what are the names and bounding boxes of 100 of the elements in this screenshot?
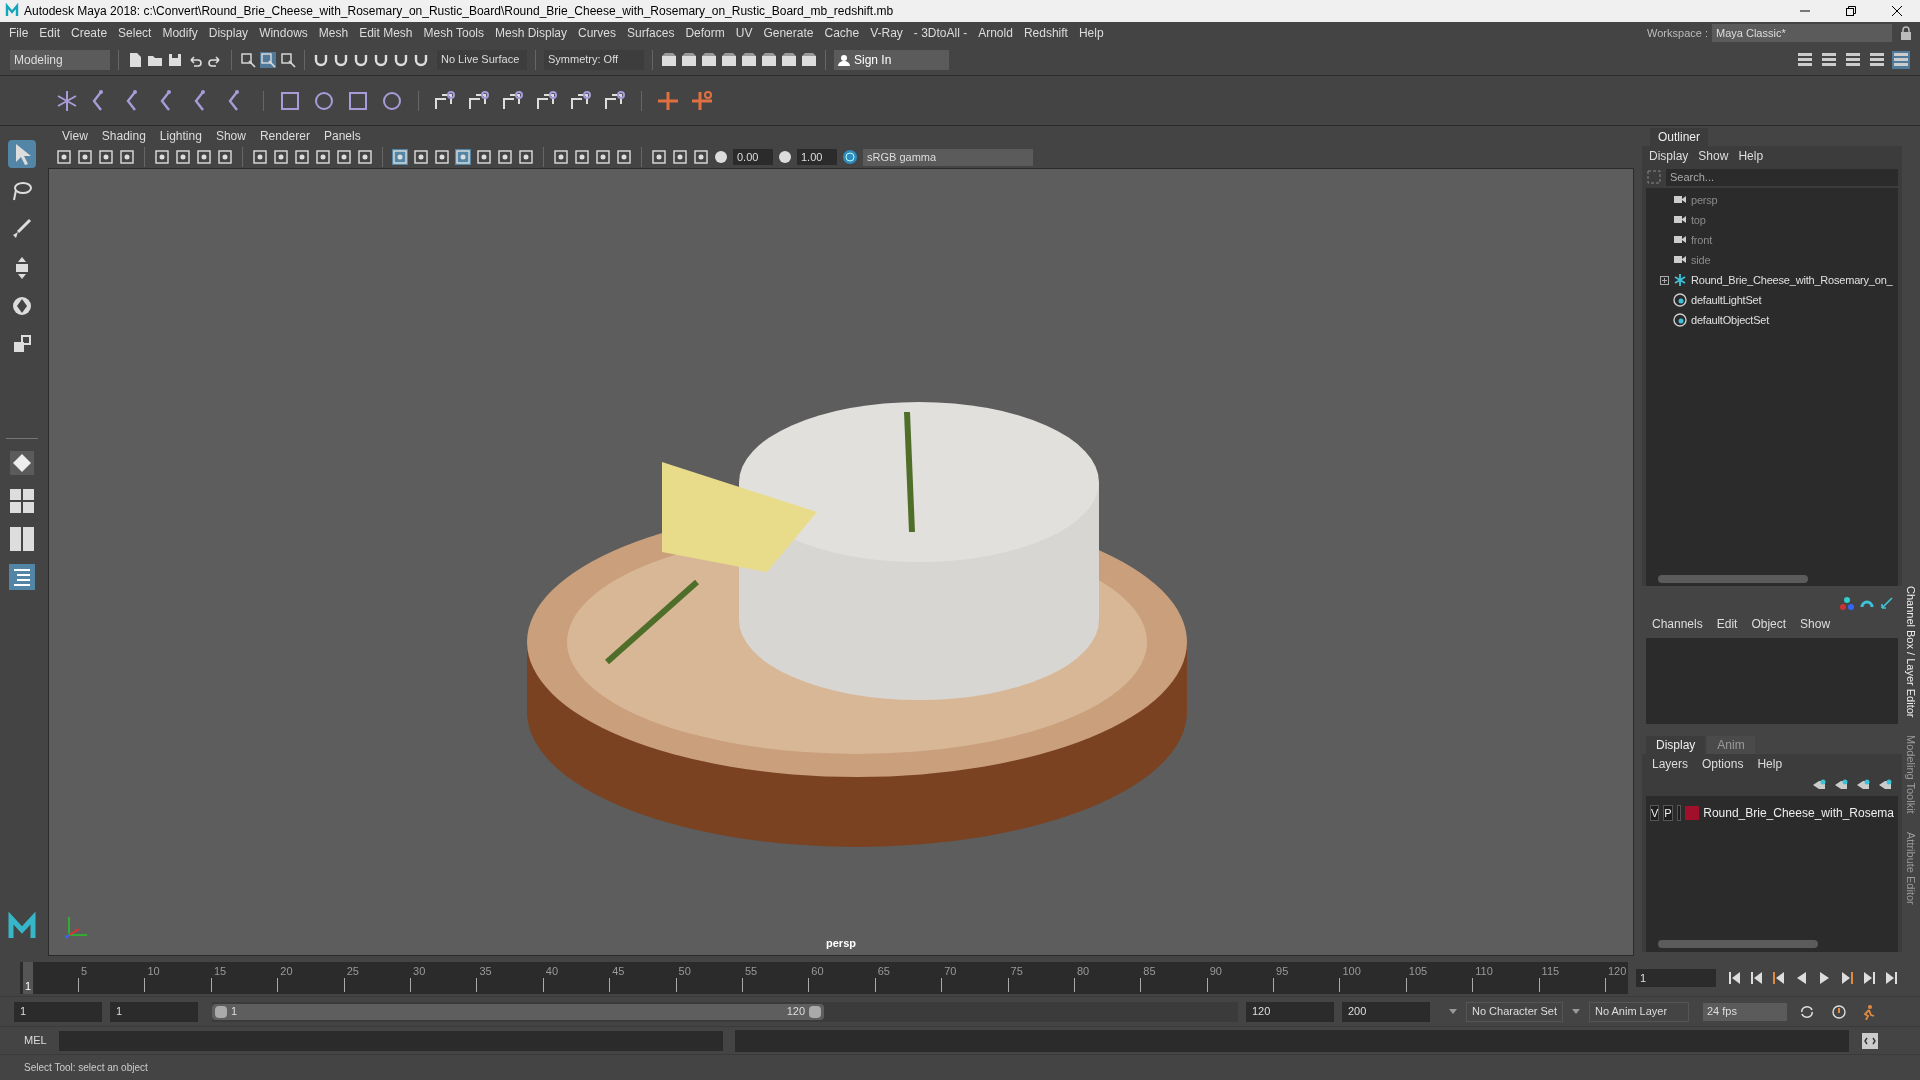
panel-menu-item[interactable]: Edit <box>1714 615 1740 633</box>
menu-item[interactable]: Surfaces <box>622 24 680 42</box>
time-slider[interactable]: 1 5 10 15 20 25 30 35 40 45 50 55 60 65 70 75 80 85 90 95 100 105 110 115 120 <box>20 962 1628 994</box>
menu-item[interactable]: Help <box>1073 24 1109 42</box>
scrollbar-thumb[interactable] <box>1658 575 1808 583</box>
outliner-item[interactable]: persp <box>1691 191 1718 209</box>
layer-name[interactable]: Round_Brie_Cheese_with_Rosema <box>1703 804 1894 822</box>
panel-menu-item[interactable]: Channels <box>1650 615 1705 633</box>
panel-menu-item[interactable]: Help <box>1735 147 1767 165</box>
viewport-toolbar-icon[interactable] <box>651 149 667 165</box>
visibility-toggle[interactable]: V <box>1650 805 1660 821</box>
viewport-toolbar-icon[interactable] <box>294 149 310 165</box>
side-tab[interactable]: Channel Box / Layer Editor <box>1902 586 1920 718</box>
auto-key-icon[interactable] <box>1831 1003 1847 1020</box>
menu-item[interactable]: Edit <box>34 24 66 42</box>
exposure-field[interactable]: 0.00 <box>733 149 773 165</box>
viewport-toolbar-icon[interactable] <box>476 149 492 165</box>
viewport-toolbar-icon[interactable] <box>252 149 268 165</box>
axis-icon[interactable] <box>1840 596 1854 610</box>
scrollbar-thumb[interactable] <box>1658 940 1818 948</box>
cross-icon[interactable] <box>690 88 714 113</box>
panel-menu-item[interactable]: Help <box>1755 755 1785 773</box>
viewport-toolbar-icon[interactable] <box>574 149 590 165</box>
loop-icon[interactable] <box>1799 1003 1815 1020</box>
viewport-toolbar-icon[interactable] <box>672 149 688 165</box>
menu-item[interactable]: File <box>4 24 34 42</box>
panel-menu-item[interactable]: Layers <box>1650 755 1691 773</box>
restore-icon[interactable] <box>1846 6 1856 16</box>
outliner-item[interactable]: defaultLightSet <box>1691 291 1762 309</box>
menu-item[interactable]: Curves <box>573 24 622 42</box>
menu-item[interactable]: Edit Mesh <box>354 24 418 42</box>
close-icon[interactable] <box>1892 6 1902 16</box>
panel-menu-item[interactable]: Shading <box>95 127 152 145</box>
menu-item[interactable]: Generate <box>758 24 819 42</box>
symmetry-dropdown[interactable]: Symmetry: Off <box>544 49 644 70</box>
viewport-toolbar-icon[interactable] <box>56 149 72 165</box>
panel-menu-item[interactable]: View <box>56 127 94 145</box>
panel-menu-item[interactable]: Options <box>1700 755 1746 773</box>
viewport-toolbar-icon[interactable] <box>273 149 289 165</box>
viewport-toolbar-icon[interactable] <box>616 149 632 165</box>
playback-toggle[interactable]: P <box>1663 805 1673 821</box>
menu-item[interactable]: Arnold <box>973 24 1018 42</box>
outliner-item[interactable]: front <box>1691 231 1712 249</box>
command-language-label[interactable]: MEL <box>24 1032 47 1049</box>
layer-up-icon[interactable] <box>1812 778 1826 792</box>
menu-item[interactable]: Redshift <box>1018 24 1073 42</box>
range-handle[interactable] <box>809 1005 821 1018</box>
playback-end-field[interactable]: 120 <box>1246 1001 1334 1022</box>
character-set-dropdown[interactable]: No Character Set <box>1466 1001 1563 1022</box>
panel-layout-icon[interactable] <box>1844 50 1862 69</box>
animation-start-field[interactable]: 1 <box>14 1001 102 1022</box>
current-frame-marker[interactable]: 1 <box>23 962 33 994</box>
panel-layout-icon[interactable] <box>1820 50 1838 69</box>
layer-color-swatch[interactable] <box>1685 806 1700 820</box>
viewport-toolbar-icon[interactable] <box>77 149 93 165</box>
aperture-icon[interactable] <box>714 150 728 164</box>
animation-end-field[interactable]: 200 <box>1342 1001 1430 1022</box>
new-layer-selected-icon[interactable] <box>1878 778 1892 792</box>
outliner-item[interactable]: defaultObjectSet <box>1691 311 1770 329</box>
outliner-item[interactable]: top <box>1691 211 1706 229</box>
side-tab[interactable]: Modeling Toolkit <box>1902 735 1920 815</box>
viewport-toolbar-icon[interactable] <box>595 149 611 165</box>
menu-item[interactable]: Display <box>203 24 254 42</box>
color-management-toggle-icon[interactable] <box>842 149 858 165</box>
command-input-field[interactable] <box>58 1030 723 1051</box>
outliner-tab[interactable]: Outliner <box>1650 128 1709 146</box>
lock-icon[interactable] <box>1900 26 1912 40</box>
viewport-toolbar-icon[interactable] <box>98 149 114 165</box>
panel-menu-item[interactable]: Show <box>209 127 252 145</box>
outliner-layout-icon[interactable] <box>8 563 36 591</box>
search-field[interactable]: Search... <box>1666 168 1898 186</box>
menu-item[interactable]: Mesh <box>313 24 354 42</box>
viewport-toolbar-icon[interactable] <box>434 149 450 165</box>
viewport-toolbar-icon[interactable] <box>315 149 331 165</box>
menu-item[interactable]: V-Ray <box>865 24 908 42</box>
playback-start-field[interactable]: 1 <box>110 1001 198 1022</box>
panel-menu-item[interactable]: Display <box>1646 147 1692 165</box>
menu-item[interactable]: - 3DtoAll - <box>908 24 973 42</box>
save-icon[interactable] <box>167 51 183 68</box>
side-tab[interactable]: Attribute Editor <box>1902 832 1920 905</box>
selection-mask-icon[interactable] <box>280 51 296 68</box>
star-icon[interactable] <box>55 88 79 113</box>
current-frame-field[interactable]: 1 <box>1636 969 1716 987</box>
viewport-toolbar-icon[interactable] <box>175 149 191 165</box>
panel-layout-icon[interactable] <box>1892 50 1910 69</box>
new-layer-icon[interactable] <box>1856 778 1870 792</box>
panel-menu-item[interactable]: Renderer <box>253 127 316 145</box>
panel-menu-item[interactable]: Lighting <box>153 127 208 145</box>
reference-toggle[interactable] <box>1676 805 1682 821</box>
viewport-toolbar-icon[interactable] <box>154 149 170 165</box>
panel-menu-item[interactable]: Object <box>1749 615 1789 633</box>
selection-mask-icon[interactable] <box>240 51 256 68</box>
panel-layout-icon[interactable] <box>1868 50 1886 69</box>
viewport-toolbar-icon[interactable] <box>693 149 709 165</box>
gamma-field[interactable]: 1.00 <box>797 149 837 165</box>
range-handle[interactable] <box>215 1005 227 1018</box>
menu-item[interactable]: Modify <box>157 24 203 42</box>
menu-item[interactable]: Mesh Display <box>490 24 573 42</box>
expand-icon[interactable] <box>1660 275 1669 285</box>
menu-item[interactable]: Select <box>113 24 157 42</box>
